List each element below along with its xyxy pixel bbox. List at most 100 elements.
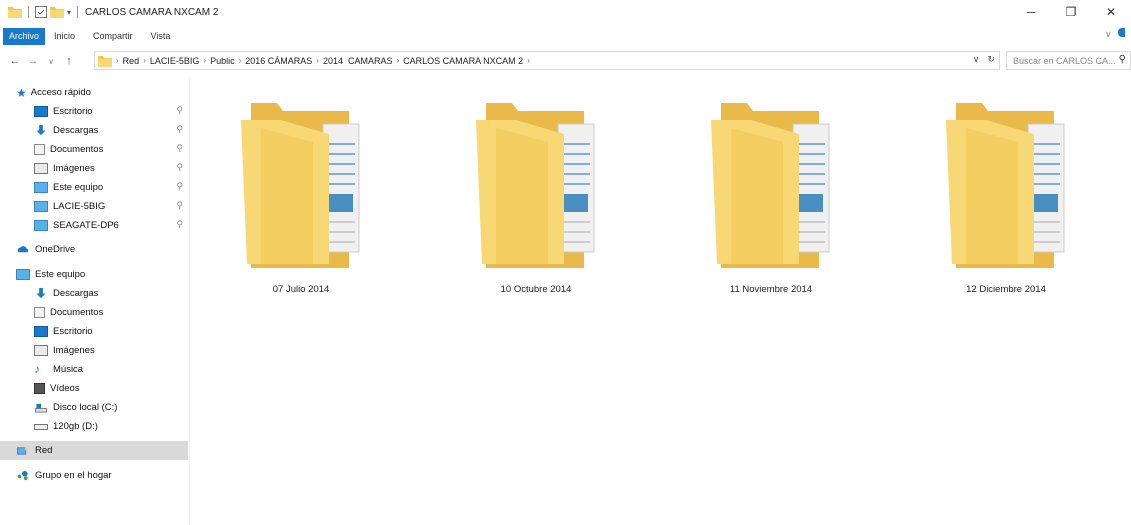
folder-item[interactable]: 11 Noviembre 2014 bbox=[701, 98, 841, 303]
breadcrumb-separator-icon[interactable]: › bbox=[143, 56, 146, 65]
folder-name: 12 Diciembre 2014 bbox=[966, 284, 1046, 295]
documents-icon bbox=[34, 144, 45, 155]
breadcrumb-separator-icon[interactable]: › bbox=[239, 56, 242, 65]
breadcrumb-separator-icon[interactable]: › bbox=[396, 56, 399, 65]
pictures-icon bbox=[34, 163, 48, 174]
sidebar-item-descargas[interactable]: Descargas ⚲ bbox=[0, 121, 188, 140]
music-icon: ♪ bbox=[34, 362, 40, 376]
address-bar[interactable]: › Red › LACIE-5BIG › Public › 2016 CÁMAR… bbox=[94, 51, 1000, 70]
up-arrow-icon[interactable]: ↑ bbox=[60, 55, 78, 67]
sidebar-item-pc-descargas[interactable]: Descargas bbox=[0, 284, 188, 303]
folder-name: 10 Octubre 2014 bbox=[500, 284, 572, 295]
address-dropdown-icon[interactable]: ∨ bbox=[973, 54, 980, 65]
sidebar-item-quick-access[interactable]: ★ Acceso rápido bbox=[0, 83, 188, 102]
breadcrumb-separator-icon[interactable]: › bbox=[527, 56, 530, 65]
help-icon[interactable] bbox=[1118, 28, 1125, 37]
title-bar: ▾ CARLOS CAMARA NXCAM 2 ─ ❐ ✕ bbox=[0, 0, 1131, 24]
homegroup-icon bbox=[17, 470, 28, 481]
network-drive-icon bbox=[34, 220, 48, 231]
expand-ribbon-icon[interactable]: ∨ bbox=[1105, 29, 1112, 39]
breadcrumb-2014-camaras[interactable]: 2014 CAMARAS bbox=[323, 56, 393, 66]
documents-icon bbox=[34, 307, 45, 318]
sidebar-item-grupo-hogar[interactable]: Grupo en el hogar bbox=[0, 466, 188, 485]
sidebar-item-lacie-5big[interactable]: LACIE-5BIG ⚲ bbox=[0, 197, 188, 216]
search-placeholder: Buscar en CARLOS CA... bbox=[1013, 55, 1116, 66]
folder-icon bbox=[476, 103, 595, 268]
sidebar-item-pc-escritorio[interactable]: Escritorio bbox=[0, 322, 188, 341]
properties-icon[interactable] bbox=[35, 6, 47, 18]
folder-item[interactable]: 12 Diciembre 2014 bbox=[936, 98, 1076, 303]
tab-vista[interactable]: Vista bbox=[142, 28, 180, 45]
sidebar-item-pc-documentos[interactable]: Documentos bbox=[0, 303, 188, 322]
new-folder-icon[interactable] bbox=[50, 6, 64, 18]
forward-arrow-icon[interactable]: → bbox=[24, 55, 42, 67]
pin-icon[interactable]: ⚲ bbox=[176, 200, 183, 211]
network-icon bbox=[17, 446, 29, 455]
desktop-icon bbox=[34, 106, 48, 117]
tab-archivo[interactable]: Archivo bbox=[3, 28, 46, 45]
sidebar-item-documentos[interactable]: Documentos ⚲ bbox=[0, 140, 188, 159]
navigation-bar: ← → ∨ ↑ › Red › LACIE-5BIG › Public › 20… bbox=[0, 50, 1131, 72]
drive-icon bbox=[34, 423, 48, 430]
pin-icon[interactable]: ⚲ bbox=[176, 124, 183, 135]
videos-icon bbox=[34, 383, 45, 394]
breadcrumb-red[interactable]: Red bbox=[123, 56, 140, 66]
folder-icon bbox=[98, 55, 112, 67]
folder-icon bbox=[241, 103, 360, 268]
quick-access-toolbar: ▾ bbox=[8, 6, 81, 18]
sidebar-item-pc-musica[interactable]: ♪ Música bbox=[0, 360, 188, 379]
pin-icon[interactable]: ⚲ bbox=[176, 105, 183, 116]
file-list: 07 Julio 2014 10 Octubre 2014 11 Noviemb… bbox=[191, 78, 1131, 525]
breadcrumb-separator-icon[interactable]: › bbox=[316, 56, 319, 65]
sidebar-item-este-equipo[interactable]: Este equipo bbox=[0, 265, 188, 284]
sidebar-item-pc-videos[interactable]: Vídeos bbox=[0, 379, 188, 398]
breadcrumb-separator-icon[interactable]: › bbox=[116, 56, 119, 65]
pin-icon[interactable]: ⚲ bbox=[176, 143, 183, 154]
back-arrow-icon[interactable]: ← bbox=[6, 55, 24, 67]
sidebar-item-este-equipo-pinned[interactable]: Este equipo ⚲ bbox=[0, 178, 188, 197]
pin-icon[interactable]: ⚲ bbox=[176, 162, 183, 173]
close-button[interactable]: ✕ bbox=[1091, 0, 1131, 24]
computer-icon bbox=[16, 269, 30, 280]
download-icon bbox=[36, 125, 46, 136]
star-icon: ★ bbox=[16, 85, 27, 100]
recent-locations-icon[interactable]: ∨ bbox=[42, 57, 60, 66]
onedrive-icon bbox=[17, 246, 29, 253]
sidebar-item-onedrive[interactable]: OneDrive bbox=[0, 240, 188, 259]
sidebar-item-seagate-dp6[interactable]: SEAGATE-DP6 ⚲ bbox=[0, 216, 188, 235]
window-controls: ─ ❐ ✕ bbox=[1011, 0, 1131, 24]
breadcrumb-current-folder[interactable]: CARLOS CAMARA NXCAM 2 bbox=[403, 56, 523, 66]
search-box[interactable]: Buscar en CARLOS CA... ⚲ bbox=[1006, 51, 1131, 70]
minimize-button[interactable]: ─ bbox=[1011, 0, 1051, 24]
sidebar-item-escritorio[interactable]: Escritorio ⚲ bbox=[0, 102, 188, 121]
tab-inicio[interactable]: Inicio bbox=[45, 28, 84, 45]
sidebar-item-pc-120gb[interactable]: 120gb (D:) bbox=[0, 417, 188, 436]
breadcrumb-lacie[interactable]: LACIE-5BIG bbox=[150, 56, 200, 66]
folder-name: 07 Julio 2014 bbox=[272, 284, 330, 295]
restore-button[interactable]: ❐ bbox=[1051, 0, 1091, 24]
desktop-icon bbox=[34, 326, 48, 337]
sidebar-item-imagenes[interactable]: Imágenes ⚲ bbox=[0, 159, 188, 178]
folder-icon bbox=[8, 7, 22, 18]
refresh-icon[interactable]: ↻ bbox=[987, 54, 995, 65]
pin-icon[interactable]: ⚲ bbox=[176, 181, 183, 192]
computer-icon bbox=[34, 182, 48, 193]
navigation-pane: ★ Acceso rápido Escritorio ⚲ Descargas ⚲… bbox=[0, 78, 190, 525]
folder-item[interactable]: 07 Julio 2014 bbox=[231, 98, 371, 303]
breadcrumb-public[interactable]: Public bbox=[210, 56, 235, 66]
window-title: CARLOS CAMARA NXCAM 2 bbox=[85, 6, 219, 18]
pictures-icon bbox=[34, 345, 48, 356]
separator bbox=[28, 6, 29, 18]
pin-icon[interactable]: ⚲ bbox=[176, 219, 183, 230]
separator bbox=[77, 6, 79, 18]
breadcrumb-separator-icon[interactable]: › bbox=[203, 56, 206, 65]
customize-toolbar-icon[interactable]: ▾ bbox=[67, 8, 71, 17]
sidebar-item-pc-disco-local[interactable]: Disco local (C:) bbox=[0, 398, 188, 417]
folder-item[interactable]: 10 Octubre 2014 bbox=[466, 98, 606, 303]
network-drive-icon bbox=[34, 201, 48, 212]
sidebar-item-pc-imagenes[interactable]: Imágenes bbox=[0, 341, 188, 360]
breadcrumb-2016-camaras[interactable]: 2016 CÁMARAS bbox=[245, 56, 312, 66]
sidebar-item-red[interactable]: Red bbox=[0, 441, 188, 460]
tab-compartir[interactable]: Compartir bbox=[84, 28, 142, 45]
local-disk-icon bbox=[35, 403, 47, 413]
